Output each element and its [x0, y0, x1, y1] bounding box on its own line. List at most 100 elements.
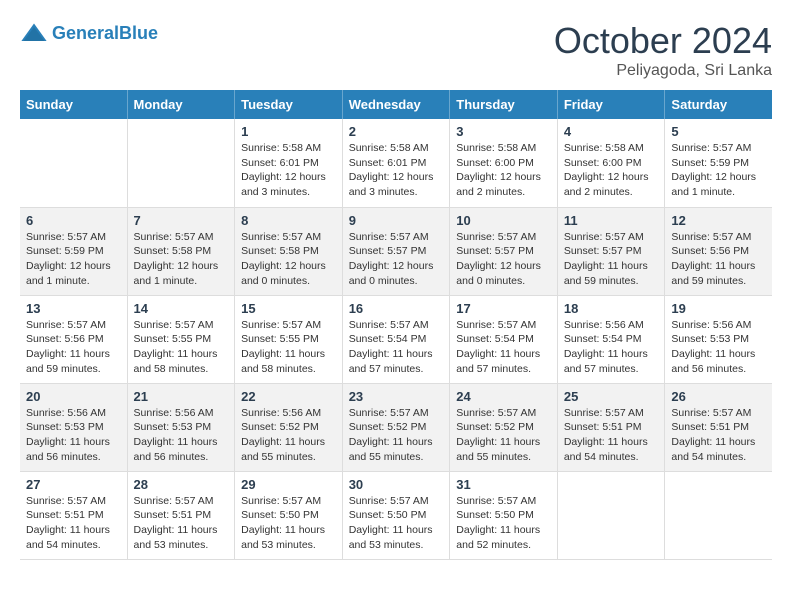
day-number: 21 — [134, 389, 229, 404]
calendar-cell: 9 Sunrise: 5:57 AM Sunset: 5:57 PM Daylig… — [342, 207, 450, 295]
calendar-cell: 19 Sunrise: 5:56 AM Sunset: 5:53 PM Dayli… — [665, 295, 772, 383]
day-info: Sunrise: 5:57 AM Sunset: 5:55 PM Dayligh… — [241, 318, 336, 377]
calendar-cell — [557, 471, 665, 559]
day-info: Sunrise: 5:57 AM Sunset: 5:51 PM Dayligh… — [134, 494, 229, 553]
col-header-friday: Friday — [557, 90, 665, 119]
day-info: Sunrise: 5:57 AM Sunset: 5:52 PM Dayligh… — [349, 406, 444, 465]
day-info: Sunrise: 5:57 AM Sunset: 5:57 PM Dayligh… — [456, 230, 551, 289]
day-number: 6 — [26, 213, 121, 228]
col-header-monday: Monday — [127, 90, 235, 119]
calendar-cell: 15Sunrise: 5:57 AM Sunset: 5:55 PM Dayli… — [235, 295, 343, 383]
week-row-3: 13 Sunrise: 5:57 AM Sunset: 5:56 PM Dayli… — [20, 295, 772, 383]
day-info: Sunrise: 5:57 AM Sunset: 5:50 PM Dayligh… — [349, 494, 444, 553]
day-info: Sunrise: 5:57 AM Sunset: 5:51 PM Dayligh… — [671, 406, 766, 465]
day-number: 1 — [241, 124, 336, 139]
day-info: Sunrise: 5:56 AM Sunset: 5:54 PM Dayligh… — [564, 318, 659, 377]
day-number: 29 — [241, 477, 336, 492]
day-info: Sunrise: 5:57 AM Sunset: 5:58 PM Dayligh… — [134, 230, 229, 289]
week-row-4: 20Sunrise: 5:56 AM Sunset: 5:53 PM Dayli… — [20, 383, 772, 471]
day-info: Sunrise: 5:57 AM Sunset: 5:56 PM Dayligh… — [26, 318, 121, 377]
calendar-cell: 18 Sunrise: 5:56 AM Sunset: 5:54 PM Dayli… — [557, 295, 665, 383]
day-number: 18 — [564, 301, 659, 316]
col-header-saturday: Saturday — [665, 90, 772, 119]
calendar-cell: 5 Sunrise: 5:57 AM Sunset: 5:59 PM Daylig… — [665, 119, 772, 207]
calendar-cell: 23 Sunrise: 5:57 AM Sunset: 5:52 PM Dayli… — [342, 383, 450, 471]
day-info: Sunrise: 5:57 AM Sunset: 5:51 PM Dayligh… — [564, 406, 659, 465]
day-info: Sunrise: 5:58 AM Sunset: 6:00 PM Dayligh… — [564, 141, 659, 200]
day-number: 8 — [241, 213, 336, 228]
calendar-cell: 22Sunrise: 5:56 AM Sunset: 5:52 PM Dayli… — [235, 383, 343, 471]
day-info: Sunrise: 5:57 AM Sunset: 5:51 PM Dayligh… — [26, 494, 121, 553]
page-header: GeneralBlue October 2024 Peliyagoda, Sri… — [20, 20, 772, 80]
day-number: 17 — [456, 301, 551, 316]
col-header-sunday: Sunday — [20, 90, 127, 119]
day-info: Sunrise: 5:57 AM Sunset: 5:50 PM Dayligh… — [241, 494, 336, 553]
calendar-cell: 13 Sunrise: 5:57 AM Sunset: 5:56 PM Dayli… — [20, 295, 127, 383]
day-info: Sunrise: 5:57 AM Sunset: 5:59 PM Dayligh… — [671, 141, 766, 200]
day-number: 30 — [349, 477, 444, 492]
logo-line1: General — [52, 23, 119, 43]
day-number: 16 — [349, 301, 444, 316]
day-number: 5 — [671, 124, 766, 139]
calendar-cell: 4Sunrise: 5:58 AM Sunset: 6:00 PM Daylig… — [557, 119, 665, 207]
day-info: Sunrise: 5:57 AM Sunset: 5:54 PM Dayligh… — [456, 318, 551, 377]
day-number: 19 — [671, 301, 766, 316]
calendar-cell: 11 Sunrise: 5:57 AM Sunset: 5:57 PM Dayli… — [557, 207, 665, 295]
calendar-cell: 21 Sunrise: 5:56 AM Sunset: 5:53 PM Dayli… — [127, 383, 235, 471]
day-info: Sunrise: 5:56 AM Sunset: 5:53 PM Dayligh… — [134, 406, 229, 465]
day-info: Sunrise: 5:57 AM Sunset: 5:57 PM Dayligh… — [564, 230, 659, 289]
day-info: Sunrise: 5:57 AM Sunset: 5:56 PM Dayligh… — [671, 230, 766, 289]
day-info: Sunrise: 5:57 AM Sunset: 5:54 PM Dayligh… — [349, 318, 444, 377]
day-info: Sunrise: 5:57 AM Sunset: 5:52 PM Dayligh… — [456, 406, 551, 465]
calendar-cell: 7Sunrise: 5:57 AM Sunset: 5:58 PM Daylig… — [127, 207, 235, 295]
calendar-cell: 10Sunrise: 5:57 AM Sunset: 5:57 PM Dayli… — [450, 207, 558, 295]
logo-icon — [20, 20, 48, 48]
day-number: 23 — [349, 389, 444, 404]
calendar-cell: 27Sunrise: 5:57 AM Sunset: 5:51 PM Dayli… — [20, 471, 127, 559]
day-info: Sunrise: 5:56 AM Sunset: 5:52 PM Dayligh… — [241, 406, 336, 465]
calendar-body: 1 Sunrise: 5:58 AM Sunset: 6:01 PM Daylig… — [20, 119, 772, 559]
day-number: 14 — [134, 301, 229, 316]
col-header-wednesday: Wednesday — [342, 90, 450, 119]
day-number: 3 — [456, 124, 551, 139]
logo-line2: Blue — [119, 23, 158, 43]
calendar-cell: 12Sunrise: 5:57 AM Sunset: 5:56 PM Dayli… — [665, 207, 772, 295]
calendar-cell: 29 Sunrise: 5:57 AM Sunset: 5:50 PM Dayli… — [235, 471, 343, 559]
calendar-cell — [665, 471, 772, 559]
calendar-cell: 24Sunrise: 5:57 AM Sunset: 5:52 PM Dayli… — [450, 383, 558, 471]
location: Peliyagoda, Sri Lanka — [554, 62, 772, 80]
calendar-cell: 8 Sunrise: 5:57 AM Sunset: 5:58 PM Daylig… — [235, 207, 343, 295]
day-info: Sunrise: 5:57 AM Sunset: 5:57 PM Dayligh… — [349, 230, 444, 289]
day-number: 26 — [671, 389, 766, 404]
calendar-cell: 17 Sunrise: 5:57 AM Sunset: 5:54 PM Dayli… — [450, 295, 558, 383]
week-row-1: 1 Sunrise: 5:58 AM Sunset: 6:01 PM Daylig… — [20, 119, 772, 207]
calendar-cell: 14 Sunrise: 5:57 AM Sunset: 5:55 PM Dayli… — [127, 295, 235, 383]
day-number: 28 — [134, 477, 229, 492]
week-row-5: 27Sunrise: 5:57 AM Sunset: 5:51 PM Dayli… — [20, 471, 772, 559]
title-section: October 2024 Peliyagoda, Sri Lanka — [554, 20, 772, 80]
day-info: Sunrise: 5:57 AM Sunset: 5:55 PM Dayligh… — [134, 318, 229, 377]
day-number: 9 — [349, 213, 444, 228]
col-header-tuesday: Tuesday — [235, 90, 343, 119]
day-number: 2 — [349, 124, 444, 139]
calendar-cell: 3Sunrise: 5:58 AM Sunset: 6:00 PM Daylig… — [450, 119, 558, 207]
day-info: Sunrise: 5:58 AM Sunset: 6:01 PM Dayligh… — [349, 141, 444, 200]
calendar-cell — [20, 119, 127, 207]
calendar-cell: 1Sunrise: 5:58 AM Sunset: 6:01 PM Daylig… — [235, 119, 343, 207]
calendar-cell — [127, 119, 235, 207]
calendar-cell: 16 Sunrise: 5:57 AM Sunset: 5:54 PM Dayli… — [342, 295, 450, 383]
day-number: 13 — [26, 301, 121, 316]
month-title: October 2024 — [554, 20, 772, 62]
day-info: Sunrise: 5:57 AM Sunset: 5:58 PM Dayligh… — [241, 230, 336, 289]
calendar-cell: 20Sunrise: 5:56 AM Sunset: 5:53 PM Dayli… — [20, 383, 127, 471]
calendar-cell: 31Sunrise: 5:57 AM Sunset: 5:50 PM Dayli… — [450, 471, 558, 559]
calendar-cell: 25 Sunrise: 5:57 AM Sunset: 5:51 PM Dayli… — [557, 383, 665, 471]
day-info: Sunrise: 5:56 AM Sunset: 5:53 PM Dayligh… — [671, 318, 766, 377]
day-number: 11 — [564, 213, 659, 228]
calendar-header: SundayMondayTuesdayWednesdayThursdayFrid… — [20, 90, 772, 119]
day-number: 31 — [456, 477, 551, 492]
day-info: Sunrise: 5:57 AM Sunset: 5:59 PM Dayligh… — [26, 230, 121, 289]
day-number: 25 — [564, 389, 659, 404]
calendar-cell: 30 Sunrise: 5:57 AM Sunset: 5:50 PM Dayli… — [342, 471, 450, 559]
col-header-thursday: Thursday — [450, 90, 558, 119]
